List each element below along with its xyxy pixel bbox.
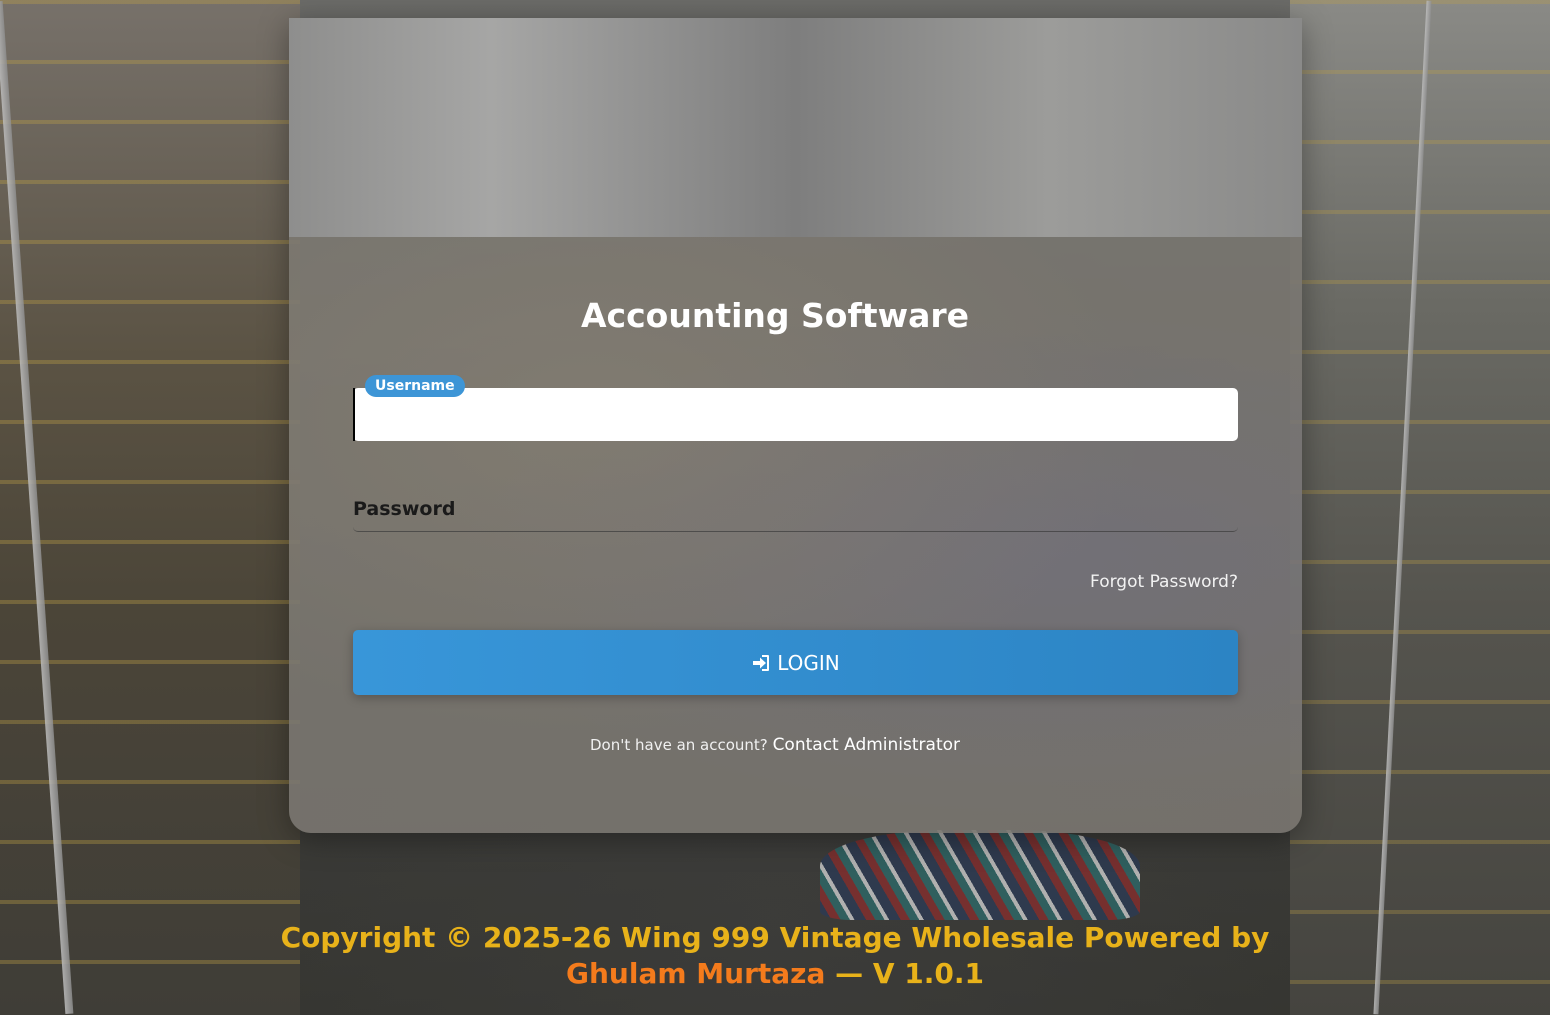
footer-author: Ghulam Murtaza bbox=[566, 957, 826, 990]
forgot-password-link[interactable]: Forgot Password? bbox=[1090, 572, 1238, 592]
contact-administrator-link[interactable]: Contact Administrator bbox=[773, 735, 960, 755]
username-field[interactable] bbox=[353, 388, 1238, 441]
signup-line: Don't have an account? Contact Administr… bbox=[0, 735, 1550, 755]
footer-version: — V 1.0.1 bbox=[835, 957, 984, 990]
password-field[interactable]: Password bbox=[353, 478, 1242, 533]
background-clothing-pile bbox=[820, 830, 1140, 920]
login-button-label: LOGIN bbox=[777, 650, 840, 675]
page-title: Accounting Software bbox=[581, 296, 969, 335]
username-input[interactable] bbox=[353, 388, 1238, 441]
password-input[interactable] bbox=[353, 478, 1242, 533]
login-card-header bbox=[289, 18, 1302, 237]
sign-in-icon bbox=[753, 654, 770, 671]
footer-copyright: Copyright © 2025-26 Wing 999 Vintage Who… bbox=[0, 920, 1550, 992]
footer-line1: Copyright © 2025-26 Wing 999 Vintage Who… bbox=[280, 921, 1270, 954]
background-warehouse-left bbox=[0, 0, 300, 1015]
footer-line2: Ghulam Murtaza — V 1.0.1 bbox=[0, 956, 1550, 992]
login-button[interactable]: LOGIN bbox=[353, 630, 1238, 695]
username-label: Username bbox=[365, 375, 465, 397]
signup-prompt: Don't have an account? bbox=[590, 736, 768, 754]
